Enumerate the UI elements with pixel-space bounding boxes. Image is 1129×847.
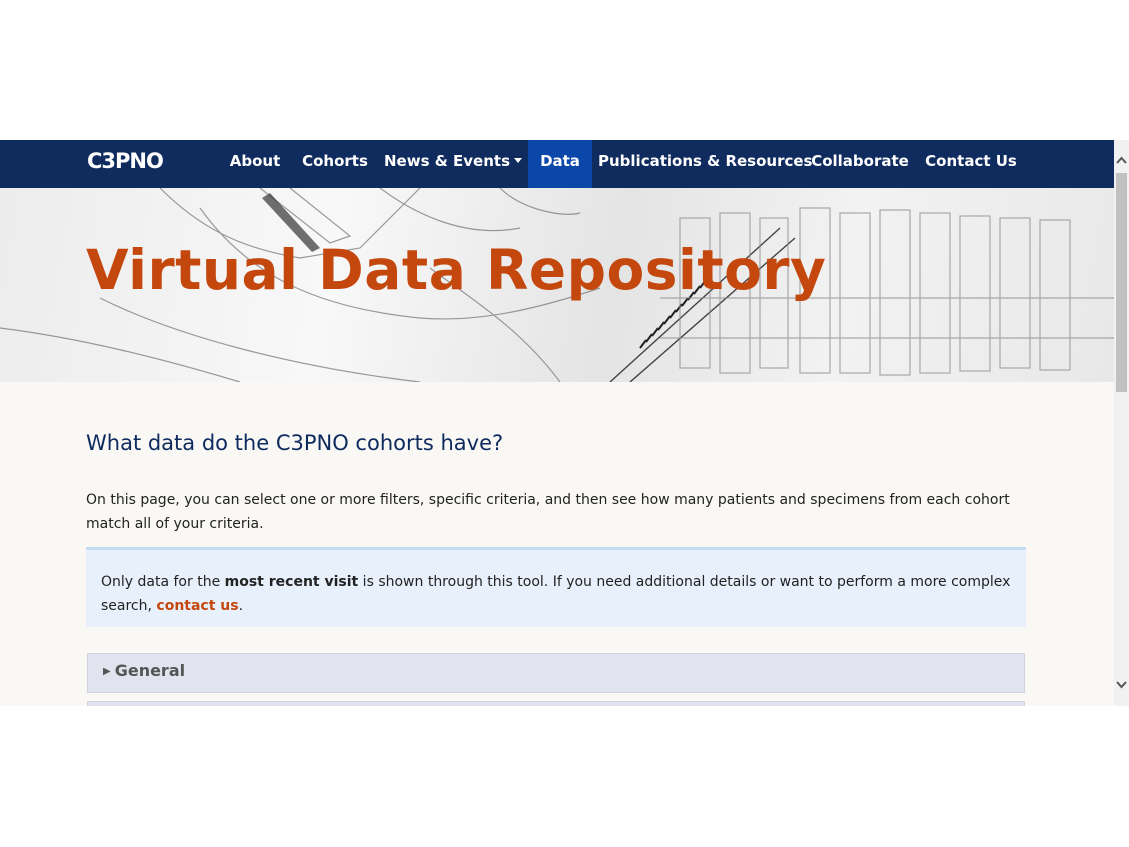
- nav-item-label: Publications & Resources: [598, 152, 813, 170]
- notice-suffix: .: [238, 598, 244, 614]
- nav-item-cohorts[interactable]: Cohorts: [297, 140, 373, 188]
- nav-item-label: Collaborate: [811, 152, 909, 170]
- nav-item-label: Data: [540, 152, 580, 170]
- nav-item-label: Contact Us: [925, 152, 1017, 170]
- notice-emphasis: most recent visit: [224, 574, 359, 590]
- top-navbar: C3PNO About Cohorts News & Events Data P…: [0, 140, 1114, 188]
- accordion-general[interactable]: ▶ General: [87, 653, 1025, 693]
- accordion-label: General: [114, 661, 186, 680]
- contact-us-link[interactable]: contact us: [156, 598, 238, 614]
- scrollbar-thumb[interactable]: [1116, 173, 1127, 392]
- vertical-scrollbar[interactable]: [1114, 140, 1129, 706]
- notice-prefix: Only data for the: [101, 574, 225, 590]
- nav-item-label: News & Events: [383, 152, 510, 170]
- nav-item-collaborate[interactable]: Collaborate: [809, 140, 911, 188]
- nav-item-publications-resources[interactable]: Publications & Resources: [598, 140, 812, 188]
- browser-viewport: C3PNO About Cohorts News & Events Data P…: [0, 140, 1129, 706]
- page-title: Virtual Data Repository: [86, 238, 827, 302]
- accordion-header: ▶ General: [103, 661, 185, 680]
- accordion-next-partial[interactable]: [87, 701, 1025, 706]
- page: C3PNO About Cohorts News & Events Data P…: [0, 140, 1114, 706]
- nav-item-contact-us[interactable]: Contact Us: [922, 140, 1020, 188]
- nav-item-news-events[interactable]: News & Events: [383, 140, 523, 188]
- chevron-up-icon[interactable]: [1114, 152, 1129, 169]
- chevron-down-icon[interactable]: [1114, 676, 1129, 693]
- site-logo[interactable]: C3PNO: [87, 149, 164, 173]
- nav-item-data[interactable]: Data: [528, 140, 592, 188]
- info-notice: Only data for the most recent visit is s…: [86, 547, 1026, 627]
- caret-down-icon: [514, 158, 522, 163]
- triangle-right-icon: ▶: [103, 666, 111, 677]
- section-heading: What data do the C3PNO cohorts have?: [86, 431, 504, 455]
- notice-text: Only data for the most recent visit is s…: [101, 570, 1011, 618]
- nav-item-label: About: [229, 152, 281, 170]
- nav-item-about[interactable]: About: [222, 140, 288, 188]
- nav-item-label: Cohorts: [302, 152, 368, 170]
- hero-banner: Virtual Data Repository: [0, 188, 1114, 382]
- intro-paragraph: On this page, you can select one or more…: [86, 492, 1010, 532]
